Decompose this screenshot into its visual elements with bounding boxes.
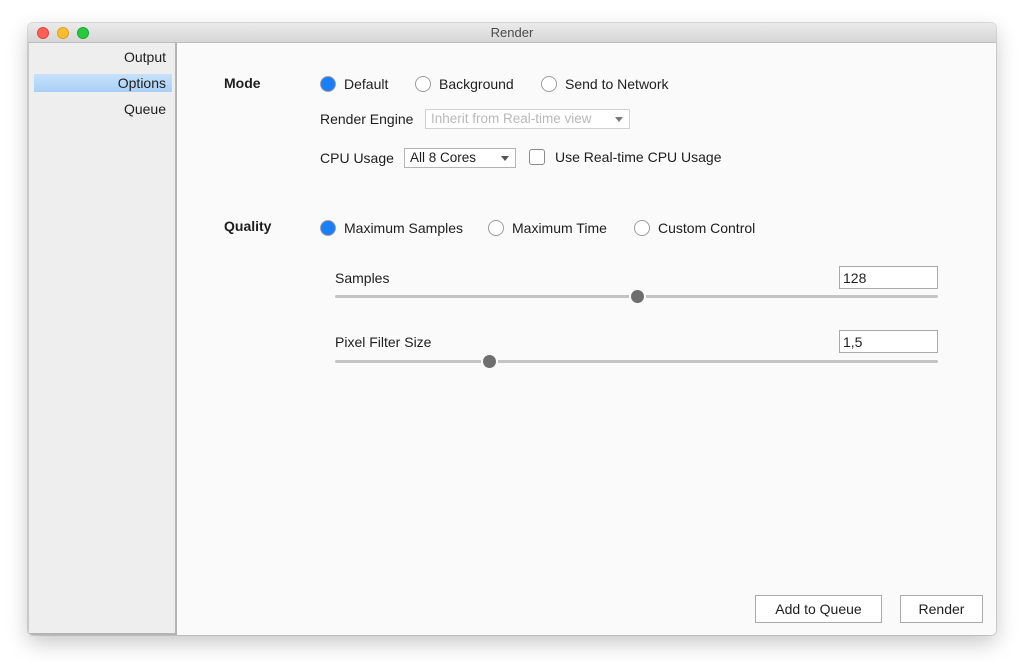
cpu-usage-select[interactable]: All 8 Cores bbox=[404, 148, 516, 168]
pixel-filter-size-slider[interactable] bbox=[335, 355, 938, 369]
radio-dot-icon bbox=[488, 220, 504, 236]
quality-maximum-samples-radio[interactable]: Maximum Samples bbox=[320, 219, 463, 237]
mode-send-to-network-radio[interactable]: Send to Network bbox=[541, 75, 669, 93]
radio-dot-icon bbox=[541, 76, 557, 92]
sidebar: Output Options Queue bbox=[28, 43, 177, 635]
radio-dot-icon bbox=[415, 76, 431, 92]
chevron-down-icon bbox=[615, 117, 623, 122]
slider-thumb[interactable] bbox=[630, 290, 644, 303]
realtime-cpu-checkbox[interactable]: Use Real-time CPU Usage bbox=[529, 149, 722, 165]
sidebar-item-output[interactable]: Output bbox=[34, 48, 172, 66]
quality-label: Quality bbox=[224, 218, 272, 234]
cpu-usage-label: CPU Usage bbox=[320, 150, 394, 166]
zoom-window-button[interactable] bbox=[77, 27, 89, 39]
pixel-filter-size-input[interactable] bbox=[839, 330, 938, 353]
pixel-filter-size-label: Pixel Filter Size bbox=[335, 334, 432, 350]
render-engine-label: Render Engine bbox=[320, 111, 414, 127]
radio-dot-icon bbox=[320, 220, 336, 236]
radio-dot-icon bbox=[634, 220, 650, 236]
quality-custom-control-radio[interactable]: Custom Control bbox=[634, 219, 755, 237]
close-window-button[interactable] bbox=[37, 27, 49, 39]
options-panel: Mode Default Background Send to Network … bbox=[177, 43, 996, 635]
add-to-queue-button[interactable]: Add to Queue bbox=[755, 595, 882, 623]
mode-background-radio[interactable]: Background bbox=[415, 75, 514, 93]
samples-slider[interactable] bbox=[335, 290, 938, 304]
sidebar-item-options[interactable]: Options bbox=[34, 74, 172, 92]
sidebar-item-queue[interactable]: Queue bbox=[34, 100, 172, 118]
slider-thumb[interactable] bbox=[483, 355, 497, 368]
radio-dot-icon bbox=[320, 76, 336, 92]
slider-track bbox=[335, 360, 938, 363]
render-window: Render Output Options Queue Mode Default… bbox=[28, 23, 996, 635]
mode-default-radio[interactable]: Default bbox=[320, 75, 388, 93]
chevron-down-icon bbox=[501, 156, 509, 161]
checkbox-box-icon bbox=[529, 149, 545, 165]
render-engine-select[interactable]: Inherit from Real-time view bbox=[425, 109, 630, 129]
minimize-window-button[interactable] bbox=[57, 27, 69, 39]
quality-maximum-time-radio[interactable]: Maximum Time bbox=[488, 219, 607, 237]
samples-input[interactable] bbox=[839, 266, 938, 289]
render-button[interactable]: Render bbox=[900, 595, 983, 623]
title-bar[interactable]: Render bbox=[28, 23, 996, 43]
samples-label: Samples bbox=[335, 270, 390, 286]
mode-label: Mode bbox=[224, 75, 261, 91]
window-title: Render bbox=[490, 25, 534, 40]
